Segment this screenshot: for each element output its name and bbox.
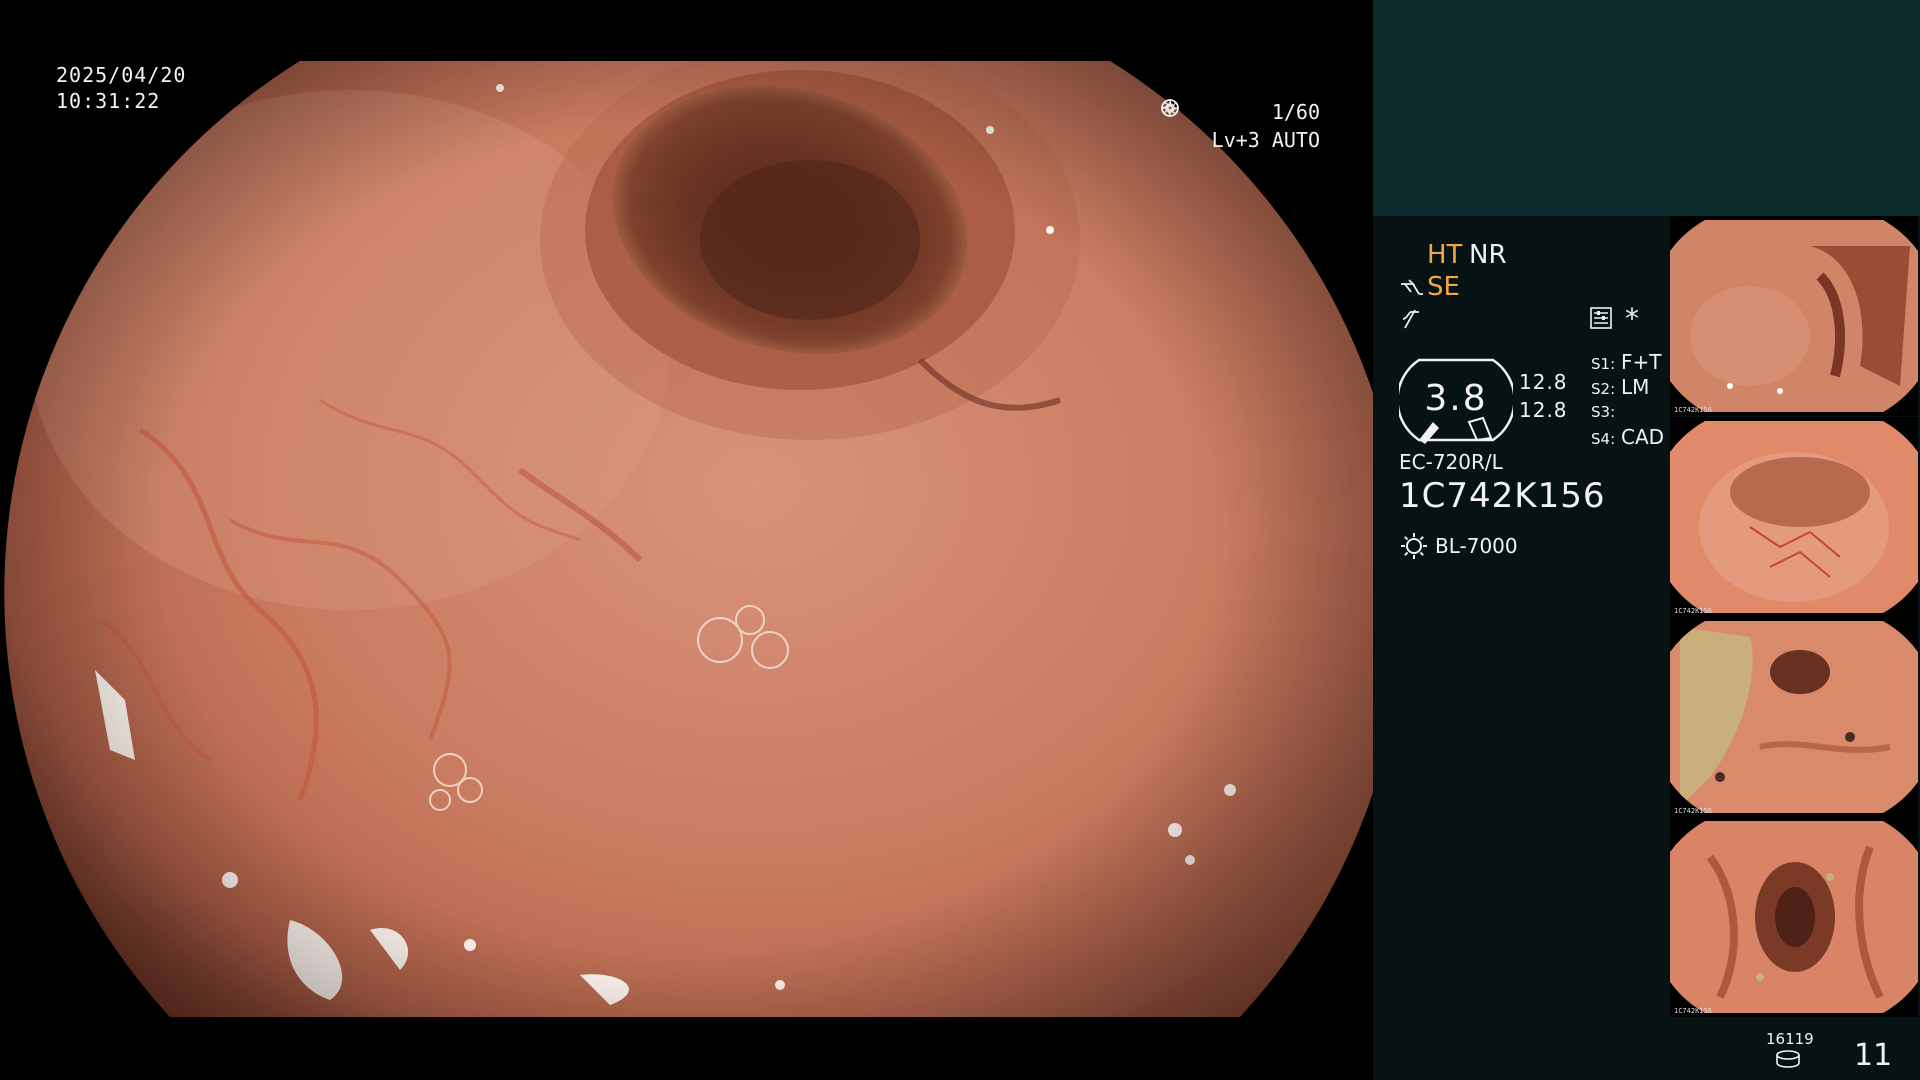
thumbnail-label: 1C742K156 <box>1674 607 1712 615</box>
ht-indicator: HT <box>1427 240 1463 270</box>
structure-enhancement-icon <box>1401 279 1423 295</box>
menu-icon <box>1590 307 1612 329</box>
thumbnail-3[interactable]: 1C742K156 <box>1670 617 1918 817</box>
storage-count: 16119 <box>1766 1030 1814 1048</box>
switch-slot: S2: LM <box>1591 375 1664 400</box>
slot-value: LM <box>1621 375 1650 399</box>
switch-slot: S4: CAD <box>1591 425 1664 450</box>
asterisk-indicator: * <box>1625 302 1639 335</box>
thumbnail-1[interactable]: 1C742K156 <box>1670 216 1918 416</box>
se-indicator: SE <box>1427 272 1460 302</box>
light-source-model: BL-7000 <box>1435 534 1518 558</box>
thumbnail-label: 1C742K156 <box>1674 1007 1712 1015</box>
endoscope-main-view: 2025/04/20 10:31:22 1/60 Lv+3 AUTO <box>0 0 1373 1080</box>
scope-serial: 1C742K156 <box>1399 476 1606 516</box>
image-counter: 11 <box>1854 1038 1893 1073</box>
thumbnail-image <box>1670 621 1918 813</box>
time-text: 10:31:22 <box>56 89 161 113</box>
zoom-gauge-value: 3.8 <box>1424 378 1488 419</box>
light-level: Lv+3 <box>1211 128 1260 152</box>
nr-indicator: NR <box>1469 240 1507 270</box>
thumbnail-label: 1C742K156 <box>1674 406 1712 414</box>
enhancement-icon <box>1402 309 1419 329</box>
slot-key: S1: <box>1591 355 1616 373</box>
slot-value: CAD <box>1621 425 1665 449</box>
datetime-overlay: 2025/04/20 10:31:22 <box>56 62 186 114</box>
exposure-overlay: 1/60 Lv+3 AUTO <box>1160 98 1320 154</box>
thumbnail-image <box>1670 821 1918 1013</box>
top-band <box>1373 0 1920 216</box>
thumbnail-image <box>1670 421 1918 613</box>
endoscope-image <box>4 61 1373 1017</box>
slot-key: S2: <box>1591 380 1616 398</box>
light-source-icon <box>1401 533 1427 559</box>
switch-slot: S1: F+T <box>1591 350 1664 375</box>
iris-icon <box>1161 99 1179 117</box>
switch-slots: S1: F+T S2: LM S3: S4: CAD <box>1591 350 1664 450</box>
switch-slot: S3: <box>1591 400 1664 425</box>
scope-model: EC-720R/L <box>1399 450 1503 474</box>
date-text: 2025/04/20 <box>56 63 187 87</box>
thumbnail-label: 1C742K156 <box>1674 807 1712 815</box>
shutter-speed: 1/60 <box>1271 100 1320 124</box>
slot-key: S3: <box>1591 403 1616 421</box>
exposure-mode: AUTO <box>1271 128 1320 152</box>
storage-disk-icon <box>1776 1050 1800 1068</box>
setting-value-2: 12.8 <box>1519 398 1568 422</box>
slot-value: F+T <box>1621 350 1662 374</box>
status-panel: HT NR SE * 3.8 12.8 12.8 S1: F+T S2: LM … <box>1399 240 1699 580</box>
thumbnail-2[interactable]: 1C742K156 <box>1670 417 1918 617</box>
thumbnail-image <box>1670 220 1918 412</box>
setting-value-1: 12.8 <box>1519 370 1568 394</box>
thumbnail-4[interactable]: 1C742K156 <box>1670 817 1918 1017</box>
slot-key: S4: <box>1591 430 1616 448</box>
